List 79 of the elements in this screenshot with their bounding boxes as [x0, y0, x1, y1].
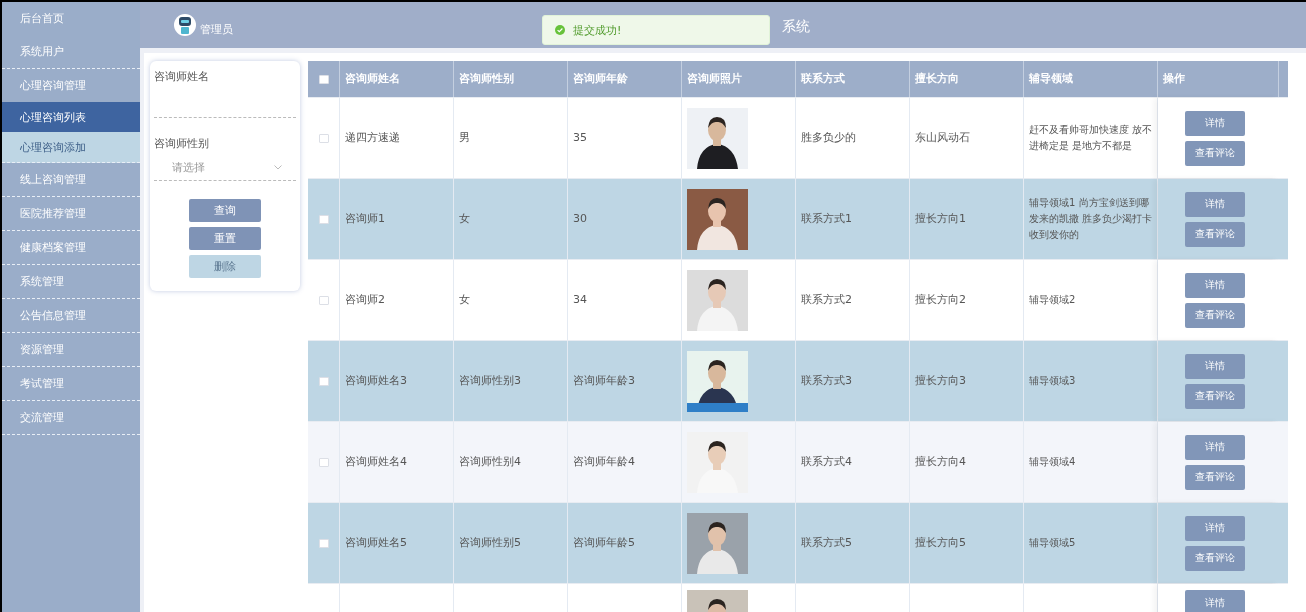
table-cell-text: 擅长方向1 — [915, 210, 966, 227]
column-header: 联系方式 — [801, 70, 845, 87]
search-button[interactable]: 重置 — [189, 226, 261, 250]
action-button[interactable]: 查看评论 — [1184, 221, 1245, 247]
table-cell-text: 咨询师年龄5 — [573, 534, 635, 551]
action-button[interactable]: 详情 — [1184, 272, 1245, 298]
table-cell-text: 女 — [459, 291, 470, 308]
action-button[interactable]: 查看评论 — [1184, 464, 1245, 490]
action-button[interactable]: 查看评论 — [1184, 302, 1245, 328]
action-button[interactable]: 查看评论 — [1184, 545, 1245, 571]
table-cell-text: 东山风动石 — [915, 129, 970, 146]
table-cell-text: 联系方式3 — [801, 372, 852, 389]
table-cell-text: 辅导领域2 — [1029, 293, 1077, 307]
table-cell-text: 擅长方向3 — [915, 372, 966, 389]
robot-avatar-icon — [174, 13, 196, 37]
table-cell-text: 咨询师性别3 — [459, 372, 521, 389]
sidebar-item[interactable]: 后台首页 — [2, 2, 140, 35]
sidebar-item[interactable]: 心理咨询管理 — [2, 69, 140, 102]
gender-select[interactable]: 请选择 — [154, 154, 296, 181]
action-button[interactable]: 详情 — [1184, 191, 1245, 217]
table-cell-text: 35 — [573, 129, 587, 146]
table-cell-text: 女 — [459, 210, 470, 227]
sidebar-item[interactable]: 心理咨询列表 — [2, 102, 140, 132]
table-cell-text: 赶不及看帅哥加快速度 放不进椅定是 是地方不都是 — [1029, 123, 1153, 153]
table-cell-text: 34 — [573, 291, 587, 308]
column-header: 咨询师姓名 — [345, 70, 400, 87]
column-header: 咨询师性别 — [459, 70, 514, 87]
row-checkbox[interactable] — [319, 214, 329, 224]
action-button[interactable]: 详情 — [1184, 434, 1245, 460]
action-button[interactable]: 详情 — [1184, 110, 1245, 136]
system-title: 系统 — [782, 18, 810, 36]
table-cell-text: 辅导领域1 尚方宝剑送到哪发来的凯撒 胜多负少渴打卡收到发你的 — [1029, 196, 1153, 242]
table-cell-text: 咨询师年龄4 — [573, 453, 635, 470]
table-cell-text: 联系方式1 — [801, 210, 852, 227]
check-circle-icon — [555, 25, 565, 35]
row-checkbox[interactable] — [319, 457, 329, 467]
row-checkbox[interactable] — [319, 295, 329, 305]
column-header: 辅导领域 — [1029, 70, 1073, 87]
column-header: 操作 — [1163, 70, 1185, 87]
table-cell-text: 咨询师年龄3 — [573, 372, 635, 389]
column-header: 咨询师照片 — [687, 70, 742, 87]
table-cell-text: 胜多负少的 — [801, 129, 856, 146]
table-cell-text: 联系方式2 — [801, 291, 852, 308]
table-cell-text: 咨询师姓名5 — [345, 534, 407, 551]
search-button[interactable]: 查询 — [189, 198, 261, 222]
field-label: 咨询师姓名 — [154, 69, 210, 84]
toast-message: 提交成功! — [573, 22, 622, 38]
table-cell-text: 30 — [573, 210, 587, 227]
table-cell-text: 擅长方向2 — [915, 291, 966, 308]
column-header: 咨询师年龄 — [573, 70, 628, 87]
table-cell-text: 擅长方向5 — [915, 534, 966, 551]
action-button[interactable]: 详情 — [1184, 515, 1245, 541]
table-cell-text: 擅长方向4 — [915, 453, 966, 470]
table-cell-text: 咨询师性别4 — [459, 453, 521, 470]
action-button[interactable]: 详情 — [1184, 590, 1245, 612]
column-header: 擅长方向 — [915, 70, 959, 87]
table-cell-text: 咨询师1 — [345, 210, 385, 227]
sidebar-item[interactable]: 心理咨询添加 — [2, 132, 140, 163]
table-cell-text: 递四方速递 — [345, 129, 400, 146]
table-cell-text: 咨询师姓名4 — [345, 453, 407, 470]
action-button[interactable]: 详情 — [1184, 353, 1245, 379]
row-checkbox[interactable] — [319, 376, 329, 386]
select-all-checkbox[interactable] — [319, 74, 329, 84]
table-cell-text: 咨询师姓名3 — [345, 372, 407, 389]
table-cell-text: 联系方式4 — [801, 453, 852, 470]
table-cell-text: 辅导领域5 — [1029, 536, 1077, 550]
action-button[interactable]: 查看评论 — [1184, 140, 1245, 166]
user-name: 管理员 — [200, 21, 233, 37]
table-cell-text: 辅导领域4 — [1029, 455, 1077, 469]
row-checkbox[interactable] — [319, 538, 329, 548]
chevron-down-icon — [274, 164, 282, 170]
table-cell-text: 男 — [459, 129, 470, 146]
table-cell-text: 联系方式5 — [801, 534, 852, 551]
action-button[interactable]: 查看评论 — [1184, 383, 1245, 409]
table-cell-text: 咨询师性别5 — [459, 534, 521, 551]
table-cell-text: 辅导领域3 — [1029, 374, 1077, 388]
table-cell-text: 咨询师2 — [345, 291, 385, 308]
field-label: 咨询师性别 — [154, 135, 210, 151]
row-checkbox[interactable] — [319, 133, 329, 143]
